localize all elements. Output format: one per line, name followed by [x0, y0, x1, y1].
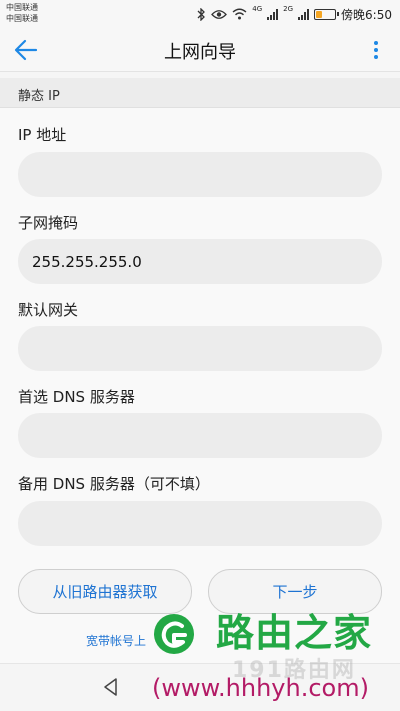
status-time: 傍晚6:50 [341, 7, 392, 22]
primary-dns-input[interactable] [18, 413, 382, 458]
more-vertical-icon [374, 41, 378, 45]
page-title: 上网向导 [164, 42, 236, 63]
network-type-label-2: 2G [283, 5, 294, 13]
signal-icon [267, 8, 279, 20]
subnet-mask-label: 子网掩码 [18, 214, 79, 232]
ip-address-label: IP 地址 [18, 126, 67, 144]
default-gateway-label: 默认网关 [18, 301, 79, 319]
signal-icon-2 [298, 8, 310, 20]
carrier-label-2: 中国联通 [6, 14, 38, 23]
watermark: 路由之家 191路由网 (www.hhhyh.com) [150, 608, 400, 711]
primary-dns-label: 首选 DNS 服务器 [18, 388, 135, 406]
eye-icon [211, 9, 228, 19]
section-title: 静态 IP [18, 89, 60, 104]
more-options-button[interactable] [366, 36, 386, 64]
static-ip-form: IP 地址 子网掩码 默认网关 首选 DNS 服务器 备用 DNS 服务器（可不… [0, 108, 400, 663]
watermark-title: 路由之家 [216, 611, 373, 655]
status-bar: 中国联通 中国联通 4G 2G 傍晚6:50 [0, 0, 400, 28]
more-dot [374, 55, 378, 59]
app-bar: 上网向导 [0, 28, 400, 72]
subnet-mask-input[interactable] [18, 239, 382, 284]
network-type-label-1: 4G [252, 5, 263, 13]
more-dot [374, 48, 378, 52]
secondary-dns-label: 备用 DNS 服务器（可不填） [18, 475, 210, 493]
watermark-url: (www.hhhyh.com) [152, 674, 369, 702]
broadband-account-link[interactable]: 宽带帐号上 [86, 632, 146, 649]
wifi-icon [232, 8, 247, 20]
ip-address-input[interactable] [18, 152, 382, 197]
nav-back-icon[interactable] [100, 676, 122, 698]
bluetooth-icon [197, 7, 206, 21]
secondary-dns-input[interactable] [18, 501, 382, 546]
watermark-logo-icon [154, 614, 194, 654]
carrier-label-1: 中国联通 [6, 3, 38, 12]
default-gateway-input[interactable] [18, 326, 382, 371]
battery-icon [314, 8, 340, 20]
battery-fill [316, 10, 322, 18]
section-header: 静态 IP [0, 78, 400, 108]
status-icons: 4G 2G 傍晚6:50 [196, 5, 392, 23]
